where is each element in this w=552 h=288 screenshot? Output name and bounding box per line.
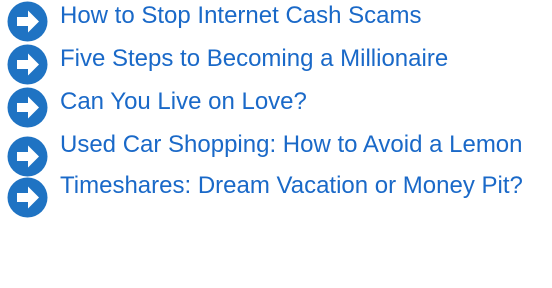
article-link-live-on-love[interactable]: Can You Live on Love? [60, 86, 552, 115]
arrow-circle-icon[interactable] [6, 176, 49, 219]
list-item: Five Steps to Becoming a Millionaire [0, 43, 552, 85]
arrow-circle-icon[interactable] [6, 86, 49, 129]
article-link-list: How to Stop Internet Cash Scams Five Ste… [0, 0, 552, 218]
arrow-circle-icon[interactable] [6, 0, 49, 43]
article-link-stop-internet-cash-scams[interactable]: How to Stop Internet Cash Scams [60, 0, 552, 29]
article-link-used-car-shopping[interactable]: Used Car Shopping: How to Avoid a Lemon [60, 129, 552, 158]
list-item: Timeshares: Dream Vacation or Money Pit? [0, 170, 552, 218]
list-item: Can You Live on Love? [0, 86, 552, 128]
list-item: Used Car Shopping: How to Avoid a Lemon [0, 129, 552, 177]
list-item: How to Stop Internet Cash Scams [0, 0, 552, 42]
article-link-becoming-a-millionaire[interactable]: Five Steps to Becoming a Millionaire [60, 43, 552, 72]
article-link-timeshares[interactable]: Timeshares: Dream Vacation or Money Pit? [60, 170, 552, 199]
arrow-circle-icon[interactable] [6, 43, 49, 86]
